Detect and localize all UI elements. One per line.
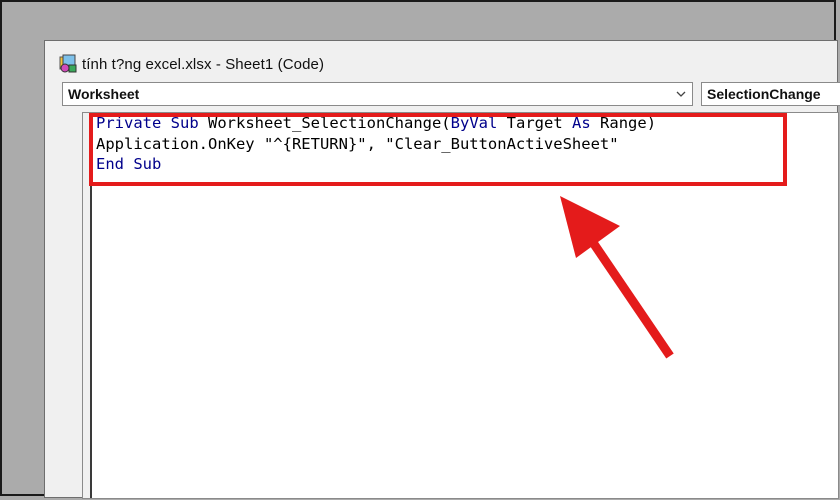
chevron-down-icon[interactable] <box>674 87 688 101</box>
highlight-box <box>89 113 787 186</box>
window-title: tính t?ng excel.xlsx - Sheet1 (Code) <box>82 55 325 73</box>
title-bar[interactable]: tính t?ng excel.xlsx - Sheet1 (Code) <box>45 41 837 81</box>
vba-module-icon <box>59 54 77 73</box>
procedure-dropdown[interactable]: SelectionChange <box>701 82 840 106</box>
object-dropdown[interactable]: Worksheet <box>62 82 693 106</box>
vba-code-window: tính t?ng excel.xlsx - Sheet1 (Code) Wor… <box>44 40 840 499</box>
object-dropdown-value: Worksheet <box>68 86 140 102</box>
red-arrow-annotation <box>560 196 674 359</box>
procedure-dropdown-value: SelectionChange <box>707 86 821 102</box>
